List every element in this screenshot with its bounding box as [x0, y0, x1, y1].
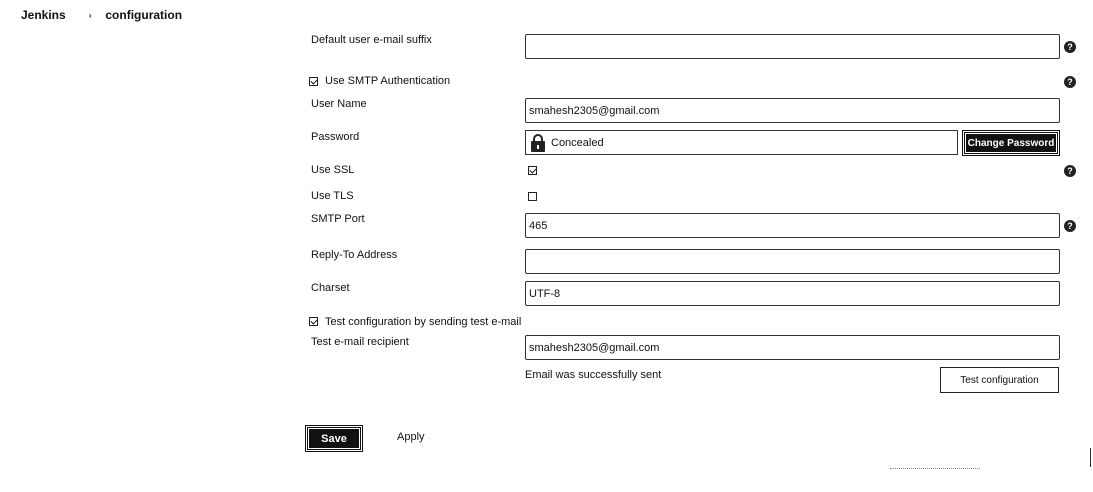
text-cursor [1090, 448, 1091, 467]
test-recipient-label: Test e-mail recipient [311, 336, 409, 348]
lock-icon [531, 133, 545, 152]
apply-button[interactable]: Apply [397, 431, 425, 443]
help-icon[interactable]: ? [1064, 220, 1076, 232]
use-tls-label: Use TLS [311, 190, 354, 202]
save-button[interactable]: Save [305, 425, 363, 452]
smtp-auth-label: Use SMTP Authentication [325, 75, 451, 87]
status-message: Email was successfully sent [525, 369, 662, 381]
breadcrumb-jenkins[interactable]: Jenkins [21, 8, 66, 22]
divider [890, 468, 980, 470]
password-label: Password [311, 131, 360, 143]
password-value: Concealed [551, 136, 604, 149]
charset-label: Charset [311, 282, 350, 294]
test-config-label: Test configuration by sending test e-mai… [325, 316, 522, 328]
reply-to-label: Reply-To Address [311, 249, 398, 261]
user-name-field[interactable]: smahesh2305@gmail.com [525, 98, 1060, 123]
test-recipient-field[interactable]: smahesh2305@gmail.com [525, 335, 1060, 360]
smtp-auth-checkbox[interactable] [309, 77, 318, 86]
default-suffix-label: Default user e-mail suffix [311, 34, 432, 46]
breadcrumb-configuration[interactable]: configuration [105, 8, 182, 22]
help-icon[interactable]: ? [1064, 76, 1076, 88]
breadcrumb: Jenkins › configuration [21, 7, 182, 23]
use-tls-checkbox[interactable] [528, 192, 537, 201]
test-configuration-button[interactable]: Test configuration [940, 367, 1059, 393]
help-icon[interactable]: ? [1064, 41, 1076, 53]
smtp-port-label: SMTP Port [311, 213, 365, 225]
change-password-button[interactable]: Change Password [962, 130, 1060, 156]
use-ssl-checkbox[interactable] [528, 166, 537, 175]
smtp-port-field[interactable]: 465 [525, 213, 1060, 238]
charset-field[interactable]: UTF-8 [525, 281, 1060, 306]
use-ssl-label: Use SSL [311, 164, 355, 176]
reply-to-field[interactable] [525, 249, 1060, 274]
breadcrumb-chevron-icon: › [88, 10, 92, 20]
test-config-checkbox[interactable] [309, 317, 318, 326]
user-name-label: User Name [311, 98, 367, 110]
password-field[interactable]: Concealed [525, 130, 958, 155]
help-icon[interactable]: ? [1064, 165, 1076, 177]
default-suffix-field[interactable] [525, 34, 1060, 59]
